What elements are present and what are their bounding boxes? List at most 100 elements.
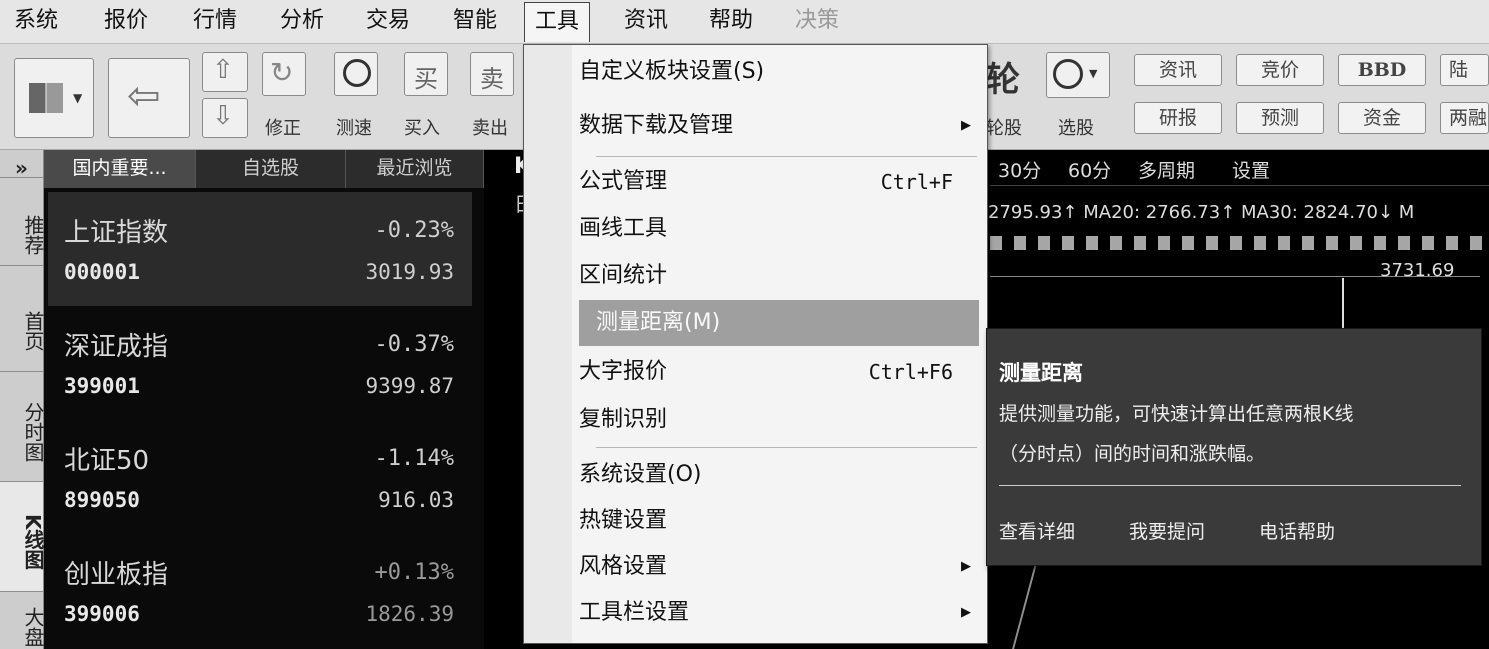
quote-price: 916.03 [378,488,454,512]
submenu-arrow-icon: ▶ [961,605,971,620]
sell-icon: 卖 [480,65,504,93]
submenu-arrow-icon: ▶ [961,559,971,574]
quote-change: -1.14% [374,446,454,471]
layout-switch-button[interactable]: ▼ [14,58,94,138]
menu-analysis[interactable]: 分析 [280,6,324,36]
tooltip-divider [999,485,1461,486]
menu-item-formula[interactable]: 公式管理 Ctrl+F [579,159,987,205]
menu-item-style-settings[interactable]: 风格设置 ▶ [579,544,987,590]
quote-row[interactable]: 创业板指 +0.13% 399006 1826.39 [48,538,472,649]
menu-item-range-stats[interactable]: 区间统计 [579,253,987,299]
tab-kline[interactable]: K线图 [0,482,45,592]
menu-news[interactable]: 资讯 [624,6,668,36]
tab-60min[interactable]: 60分 [1068,156,1111,183]
refresh-label: 修正 [265,118,301,139]
quote-change: -0.23% [374,218,454,243]
forecast-button[interactable]: 预测 [1236,102,1324,134]
quote-row[interactable]: 上证指数 -0.23% 000001 3019.93 [48,192,472,306]
quote-name: 上证指数 [64,218,169,248]
tools-dropdown-menu: 自定义板块设置(S) 数据下载及管理 ▶ 公式管理 Ctrl+F 画线工具 区间统计… [523,44,988,644]
sell-button[interactable]: 卖 [470,52,514,96]
menu-system[interactable]: 系统 [14,6,58,36]
quote-change: -0.37% [374,332,454,357]
tooltip-title: 测量距离 [999,361,1083,385]
measure-distance-tooltip: 测量距离 提供测量功能，可快速计算出任意两根K线 （分时点）间的时间和涨跌幅。 … [986,328,1482,566]
tooltip-link-details[interactable]: 查看详细 [999,517,1075,544]
menu-item-draw-tools[interactable]: 画线工具 [579,206,987,252]
menu-item-measure-distance[interactable]: 测量距离(M) [579,300,979,346]
menu-item-custom-block[interactable]: 自定义板块设置(S) [579,49,987,95]
tab-market[interactable]: 大盘 [0,592,45,649]
speed-test-button[interactable] [334,52,378,96]
tab-domestic-important[interactable]: 国内重要... [44,150,196,188]
auction-button[interactable]: 竞价 [1236,54,1324,86]
menu-smart[interactable]: 智能 [453,6,497,36]
tooltip-link-phone-help[interactable]: 电话帮助 [1259,517,1335,544]
news-button[interactable]: 资讯 [1134,54,1222,86]
speed-test-label: 测速 [336,118,372,139]
arrow-left-icon: ⇦ [127,73,161,119]
quote-row[interactable]: 北证50 -1.14% 899050 916.03 [48,424,472,536]
rotate-stock-label: 轮股 [986,118,1022,139]
menu-help[interactable]: 帮助 [709,6,753,36]
menu-market[interactable]: 行情 [193,6,237,36]
tab-settings[interactable]: 设置 [1232,156,1270,183]
menu-item-copy-recognize[interactable]: 复制识别 [579,397,987,443]
select-stock-icon [1053,59,1083,89]
side-tab-strip: » 推荐 首页 分时图 K线图 大盘 [0,150,45,649]
menu-bar: 系统 报价 行情 分析 交易 智能 工具 资讯 帮助 决策 [0,0,1489,44]
page-up-button[interactable]: ⇧ [202,52,248,92]
grid-layout-icon [29,83,63,113]
page-down-button[interactable]: ⇩ [202,98,248,138]
tooltip-link-ask[interactable]: 我要提问 [1129,517,1205,544]
arrow-down-icon: ⇩ [212,101,234,131]
hk-connect-button[interactable]: 陆 [1440,54,1489,86]
quote-change: +0.13% [374,560,454,585]
bbd-button[interactable]: BBD [1338,54,1426,86]
tooltip-description-line1: 提供测量功能，可快速计算出任意两根K线 [999,403,1354,425]
tab-my-stocks[interactable]: 自选股 [196,150,346,188]
buy-label: 买入 [404,118,440,139]
menu-quote[interactable]: 报价 [104,6,148,36]
funds-button[interactable]: 资金 [1338,102,1426,134]
menu-item-toolbar-settings[interactable]: 工具栏设置 ▶ [579,590,987,636]
tooltip-description-line2: （分时点）间的时间和涨跌幅。 [999,443,1266,465]
back-button[interactable]: ⇦ [108,58,190,138]
menu-tools[interactable]: 工具 [524,2,591,42]
quote-row[interactable]: 深证成指 -0.37% 399001 9399.87 [48,310,472,422]
tab-recent[interactable]: 最近浏览 [346,150,484,188]
rotate-stock-icon[interactable]: 轮 [986,52,1020,101]
select-stock-label: 选股 [1058,118,1094,139]
quote-name: 深证成指 [64,332,169,362]
menu-item-data-download[interactable]: 数据下载及管理 ▶ [579,103,987,149]
tab-multi-period[interactable]: 多周期 [1138,156,1195,183]
menu-trade[interactable]: 交易 [366,6,410,36]
menu-item-system-settings[interactable]: 系统设置(O) [579,452,987,498]
tab-home[interactable]: 首页 [0,266,45,372]
menu-item-big-quote[interactable]: 大字报价 Ctrl+F6 [579,349,987,395]
tab-intraday[interactable]: 分时图 [0,372,45,482]
price-line-fragment [1012,560,1236,649]
buy-button[interactable]: 买 [404,52,448,96]
chevron-down-icon: ▼ [73,91,83,105]
shortcut-label: Ctrl+F6 [868,360,953,384]
watchlist-panel: 国内重要... 自选股 最近浏览 上证指数 -0.23% 000001 3019… [44,150,484,649]
select-stock-button[interactable]: ▼ [1046,52,1110,98]
quote-code: 399006 [64,602,140,626]
menu-decision[interactable]: 决策 [795,6,839,36]
quote-code: 000001 [64,260,140,284]
menu-item-hotkey-settings[interactable]: 热键设置 [579,498,987,544]
signal-strip [990,236,1489,250]
quote-price: 3019.93 [365,260,454,284]
ma-indicator-line: 2795.93↑ MA20: 2766.73↑ MA30: 2824.70↓ M [988,202,1415,223]
research-button[interactable]: 研报 [1134,102,1222,134]
refresh-button[interactable]: ↻ [262,52,306,96]
buy-icon: 买 [414,65,438,93]
menu-separator [596,156,977,157]
expand-icon[interactable]: » [0,150,43,180]
tab-recommend[interactable]: 推荐 [0,178,45,266]
peak-price-label: 3731.69 [1380,260,1455,281]
margin-trading-button[interactable]: 两融 [1440,102,1489,134]
tab-30min[interactable]: 30分 [998,156,1041,183]
refresh-icon: ↻ [270,56,294,89]
